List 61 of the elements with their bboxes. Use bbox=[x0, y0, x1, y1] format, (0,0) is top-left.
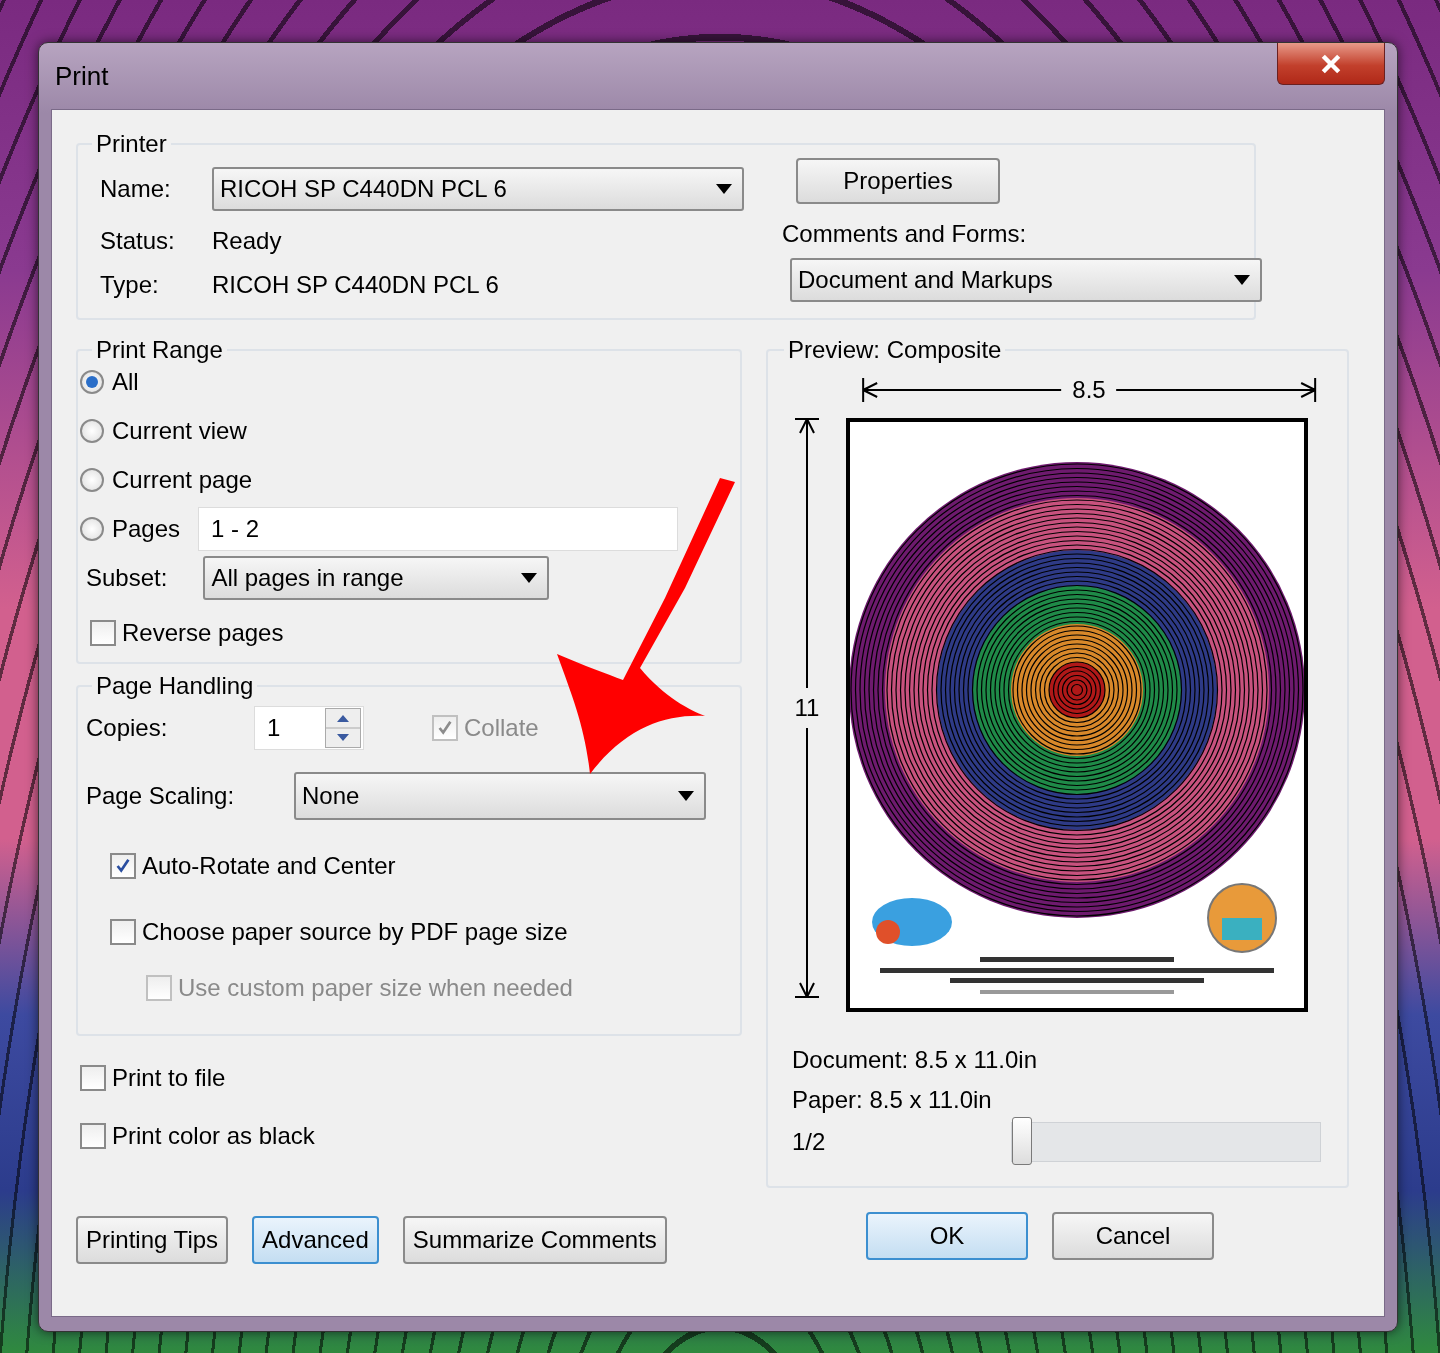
caret-icon bbox=[678, 791, 694, 801]
spinner-icon bbox=[325, 708, 361, 748]
group-title: Preview: Composite bbox=[787, 336, 1003, 364]
check-icon bbox=[436, 719, 454, 737]
checkbox-label: Print color as black bbox=[112, 1122, 315, 1150]
field-label: Comments and Forms: bbox=[782, 220, 1028, 248]
subset-dropdown[interactable]: All pages in range bbox=[203, 555, 550, 600]
document-size: Document: 8.5 x 11.0in bbox=[792, 1046, 1039, 1074]
radio-label: All bbox=[112, 367, 139, 396]
height-label: 11 bbox=[794, 694, 820, 722]
paper-size: Paper: 8.5 x 11.0in bbox=[792, 1086, 993, 1114]
radio-button[interactable] bbox=[80, 418, 104, 443]
caret-icon bbox=[716, 184, 732, 194]
caret-icon bbox=[1234, 275, 1250, 285]
group-title: Printer bbox=[95, 130, 168, 158]
caret-icon bbox=[521, 572, 538, 583]
field-label: Status: bbox=[100, 227, 176, 255]
checkbox[interactable] bbox=[80, 1065, 106, 1091]
slider-thumb[interactable] bbox=[1012, 1117, 1033, 1165]
radio-label: Current view bbox=[112, 416, 247, 445]
comments-dropdown[interactable]: Document and Markups bbox=[790, 258, 1262, 302]
window-title: Print bbox=[55, 61, 109, 92]
checkbox[interactable] bbox=[90, 620, 116, 646]
checkbox-label: Collate bbox=[464, 714, 539, 742]
radio-button[interactable] bbox=[80, 369, 104, 394]
radio-button[interactable] bbox=[80, 467, 104, 492]
properties-button[interactable]: Properties bbox=[796, 158, 1000, 204]
checkbox[interactable] bbox=[80, 1123, 106, 1149]
field-label: Page Scaling: bbox=[86, 782, 236, 810]
field-label: Copies: bbox=[86, 714, 169, 742]
dialog-button[interactable]: Cancel bbox=[1052, 1212, 1214, 1260]
checkbox-label: Reverse pages bbox=[122, 619, 284, 647]
status-value: Ready bbox=[212, 227, 283, 255]
group-title: Page Handling bbox=[95, 672, 255, 700]
check-icon bbox=[114, 857, 132, 875]
close-button[interactable] bbox=[1277, 43, 1385, 85]
dialog-button[interactable]: Printing Tips bbox=[76, 1216, 229, 1264]
radio-button[interactable] bbox=[80, 516, 104, 541]
checkbox-label: Choose paper source by PDF page size bbox=[142, 918, 568, 946]
dialog-button[interactable]: Summarize Comments bbox=[402, 1216, 667, 1264]
printer-dropdown[interactable]: RICOH SP C440DN PCL 6 bbox=[212, 167, 744, 211]
close-icon bbox=[1320, 52, 1342, 75]
checkbox[interactable] bbox=[110, 853, 136, 879]
checkbox-label: Use custom paper size when needed bbox=[178, 974, 573, 1002]
page-indicator: 1/2 bbox=[792, 1128, 826, 1156]
type-value: RICOH SP C440DN PCL 6 bbox=[212, 271, 500, 299]
page-scaling-dropdown[interactable]: None bbox=[294, 772, 706, 820]
checkbox[interactable] bbox=[110, 919, 136, 945]
group-title: Print Range bbox=[95, 336, 224, 364]
checkbox-label: Print to file bbox=[112, 1064, 226, 1092]
width-label: 8.5 bbox=[1072, 376, 1106, 404]
checkbox-label: Auto-Rotate and Center bbox=[142, 852, 396, 880]
field-label: Type: bbox=[100, 271, 160, 299]
field-label: Subset: bbox=[86, 563, 168, 592]
dialog-button[interactable]: OK bbox=[866, 1212, 1028, 1260]
copies-field[interactable]: 1 bbox=[254, 706, 364, 750]
pages-field[interactable]: 1 - 2 bbox=[198, 506, 679, 551]
radio-label: Pages bbox=[112, 514, 181, 543]
radio-label: Current page bbox=[112, 465, 253, 494]
dialog-button[interactable]: Advanced bbox=[252, 1216, 379, 1264]
field-label: Name: bbox=[100, 175, 172, 203]
